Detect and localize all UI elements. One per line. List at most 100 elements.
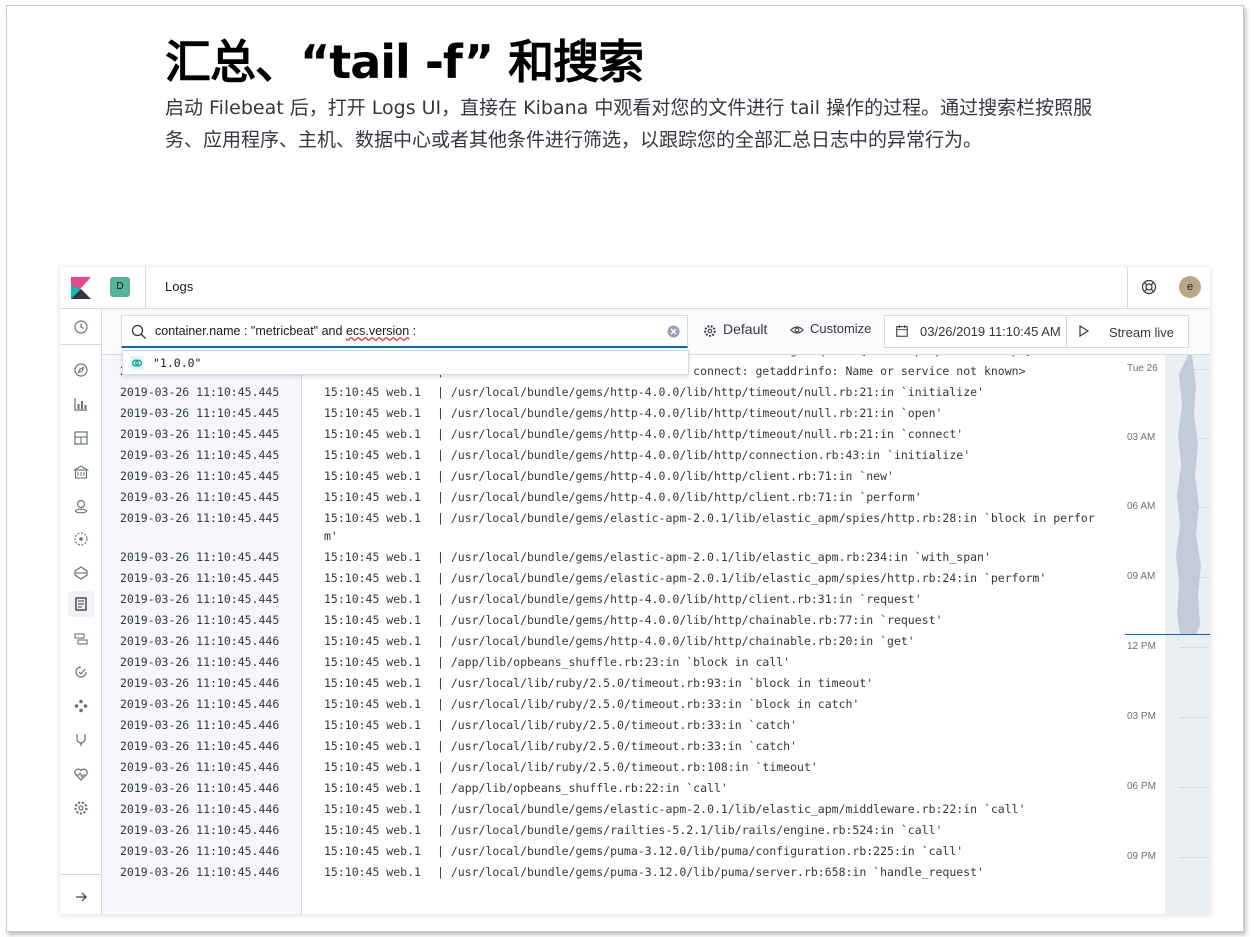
log-message: | /usr/local/bundle/gems/http-4.0.0/lib/… [437,634,915,648]
log-source: 15:10:45 web.1 [324,427,421,441]
minimap-time-label: 03 AM [1127,432,1156,443]
log-minimap[interactable]: Tue 26 03 AM 06 AM 09 AM 12 PM 03 PM 06 PM 09 P… [1125,355,1210,914]
default-view-button[interactable]: Default [703,321,767,338]
log-timestamp: 2019-03-26 11:10:45.445 [120,469,280,483]
infrastructure-icon[interactable] [73,565,89,581]
suggestion-value: "1.0.0" [153,356,202,370]
minimap-time-label: 12 PM [1127,641,1156,652]
divider [1066,316,1067,347]
clear-icon[interactable] [667,325,680,338]
minimap-gridline [1180,369,1210,370]
log-message: | /usr/local/bundle/gems/http-4.0.0/lib/… [437,406,943,420]
maps-icon[interactable] [73,498,89,514]
minimap-time-label: 03 PM [1127,711,1156,722]
visualize-chart-icon[interactable] [73,396,89,412]
search-query-text: container.name : "metricbeat" and ecs.ve… [155,324,417,338]
minimap-gridline [1180,717,1210,718]
log-message: | /usr/local/bundle/gems/railties-5.2.1/… [437,823,943,837]
space-badge[interactable]: D [110,277,130,297]
divider [60,344,102,345]
minimap-histogram [1176,355,1201,635]
apm-icon[interactable] [73,631,89,647]
top-bar: D Logs e [60,267,1210,309]
log-timestamp: 2019-03-26 11:10:45.446 [120,802,280,816]
customize-button[interactable]: Customize [790,321,871,337]
log-timestamp: 2019-03-26 11:10:45.445 [120,406,280,420]
minimap-gridline [1180,577,1210,578]
log-timestamp: 2019-03-26 11:10:45.445 [120,427,280,441]
compass-discover-icon[interactable] [73,362,89,378]
log-source: 15:10:45 web.1 [324,697,421,711]
log-timestamp: 2019-03-26 11:10:45.446 [120,739,280,753]
log-message: | /usr/local/lib/ruby/2.5.0/timeout.rb:3… [437,739,798,753]
log-timestamp: 2019-03-26 11:10:45.446 [120,718,280,732]
log-stream[interactable]: 2019-03-26 11:10:45.44515:10:45 web.1| 2… [102,355,1125,914]
log-source: 15:10:45 web.1 [324,802,421,816]
stream-live-button[interactable]: Stream live [1075,316,1189,347]
play-icon [1079,325,1090,337]
log-timestamp: 2019-03-26 11:10:45.445 [120,448,280,462]
log-message: | /usr/local/bundle/gems/http-4.0.0/lib/… [437,613,943,627]
side-nav [60,309,102,914]
divider [60,874,102,875]
log-source: 15:10:45 web.1 [324,655,421,669]
log-message: | /usr/local/bundle/gems/elastic-apm-2.0… [437,571,1047,585]
log-timestamp: 2019-03-26 11:10:45.445 [120,613,280,627]
logs-icon[interactable] [73,596,89,612]
graph-icon[interactable] [73,698,89,714]
minimap-gridline [1180,438,1210,439]
log-timestamp: 2019-03-26 11:10:45.445 [120,550,280,564]
log-source: 15:10:45 web.1 [324,676,421,690]
log-source: 15:10:45 web.1 [324,406,421,420]
log-source: 15:10:45 web.1 [324,592,421,606]
log-message: | /usr/local/lib/ruby/2.5.0/timeout.rb:1… [437,760,818,774]
clock-icon[interactable] [73,319,89,335]
log-timestamp: 2019-03-26 11:10:45.446 [120,823,280,837]
log-timestamp: 2019-03-26 11:10:45.446 [120,676,280,690]
log-source: 15:10:45 web.1 [324,823,421,837]
customize-label: Customize [810,321,872,336]
divider [145,267,146,309]
log-source: 15:10:45 web.1 [324,469,421,483]
log-source: 15:10:45 web.1 [324,385,421,399]
log-source: 15:10:45 web.1 [324,865,421,879]
search-input[interactable]: container.name : "metricbeat" and ecs.ve… [121,315,688,348]
log-message: | /usr/local/bundle/gems/elastic-apm-2.0… [437,550,991,564]
autocomplete-suggestion[interactable]: "1.0.0" [122,350,689,375]
expand-arrow-icon[interactable] [73,889,89,905]
log-timestamp: 2019-03-26 11:10:45.445 [120,571,280,585]
help-lifebuoy-icon[interactable] [1141,279,1157,295]
minimap-gridline [1180,507,1210,508]
minimap-time-label: 06 AM [1127,501,1156,512]
minimap-time-label: 09 PM [1127,851,1156,862]
kibana-logo-icon[interactable] [71,277,91,299]
log-timestamp: 2019-03-26 11:10:45.445 [120,385,280,399]
log-source: 15:10:45 web.1 [324,550,421,564]
log-source: 15:10:45 web.1 [324,448,421,462]
minimap-time-label: 06 PM [1127,781,1156,792]
log-message: | /usr/local/bundle/gems/http-4.0.0/lib/… [437,448,971,462]
log-message: | /usr/local/bundle/gems/puma-3.12.0/lib… [437,844,964,858]
dev-tools-icon[interactable] [73,732,89,748]
log-source: 15:10:45 web.1 [324,760,421,774]
log-timestamp: 2019-03-26 11:10:45.446 [120,781,280,795]
log-message: | /app/lib/opbeans_shuffle.rb:23:in `blo… [437,655,791,669]
user-avatar[interactable]: e [1179,276,1201,298]
log-message: | /usr/local/lib/ruby/2.5.0/timeout.rb:3… [437,697,860,711]
datetime-value: 03/26/2019 11:10:45 AM [920,324,1061,339]
kibana-logs-app: D Logs e container.name: "metricbeat" a… [60,267,1210,914]
monitoring-icon[interactable] [73,766,89,782]
hero-title: 汇总、“tail -f” 和搜索 [165,35,644,89]
dashboard-icon[interactable] [73,430,89,446]
log-timestamp: 2019-03-26 11:10:45.446 [120,760,280,774]
log-timestamp: 2019-03-26 11:10:45.446 [120,634,280,648]
log-message: | /usr/local/bundle/gems/http-4.0.0/lib/… [437,469,894,483]
log-timestamp: 2019-03-26 11:10:45.445 [120,592,280,606]
canvas-icon[interactable] [73,464,89,480]
log-message: | /usr/local/bundle/gems/http-4.0.0/lib/… [437,490,922,504]
log-source: 15:10:45 web.1 [324,781,421,795]
uptime-icon[interactable] [73,664,89,680]
date-picker[interactable]: 03/26/2019 11:10:45 AM Stream live [884,315,1189,348]
machine-learning-icon[interactable] [73,531,89,547]
gear-icon[interactable] [73,800,89,816]
